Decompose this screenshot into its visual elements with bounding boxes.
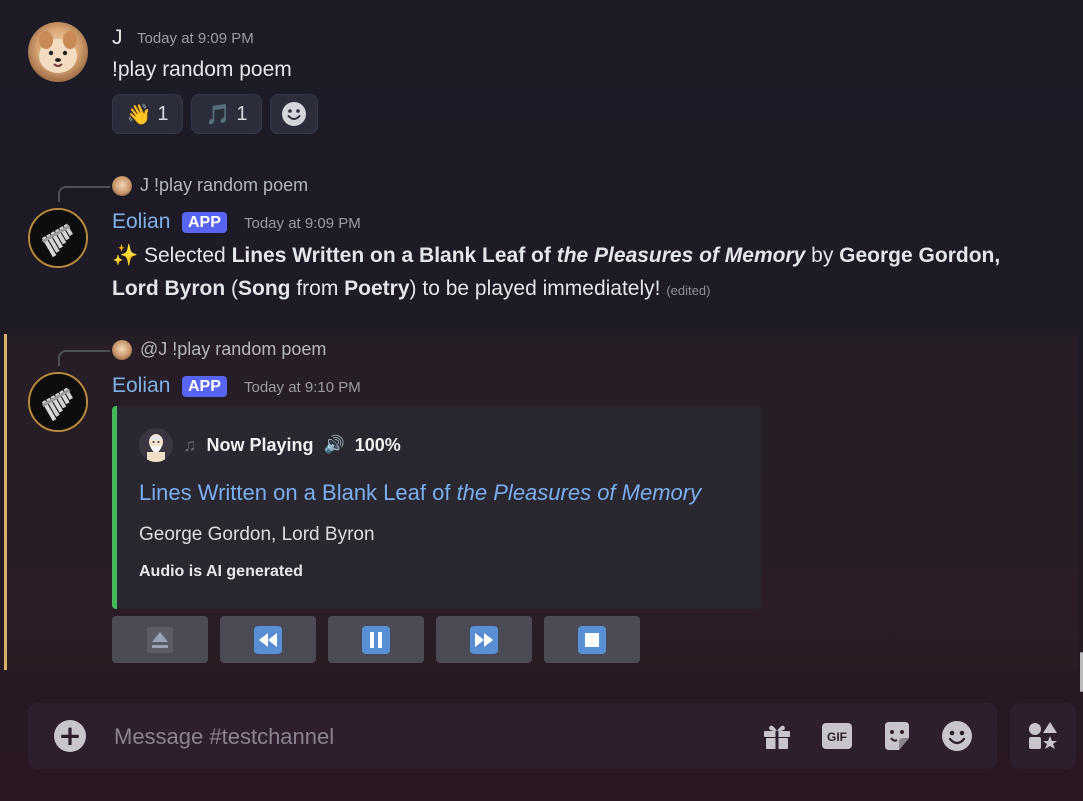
music-note-emoji-icon: 🎵 [205,103,231,126]
apps-icon [1029,722,1057,749]
reaction-count: 1 [236,102,248,125]
app-badge: APP [182,212,227,233]
message-2: J !play random poem Eolian APP Today at … [0,170,1075,320]
reply-avatar [112,339,132,360]
text-segment: ) to be played immediately! [409,277,661,300]
add-reaction-button[interactable] [270,94,318,134]
apps-button[interactable] [1010,703,1076,769]
timestamp: Today at 9:09 PM [137,30,254,47]
poet-portrait-icon [139,428,173,462]
reaction-count: 1 [157,102,169,125]
poem-title-italic: the Pleasures of Memory [556,244,806,267]
timestamp: Today at 9:09 PM [244,215,361,232]
edited-label: (edited) [666,283,711,298]
music-note-icon: ♫ [183,434,197,455]
reply-reference[interactable]: J !play random poem [112,175,308,196]
rewind-icon [254,625,282,654]
username[interactable]: J [112,26,123,50]
message-input[interactable] [112,719,716,755]
smiley-icon [282,102,306,126]
embed-title[interactable]: Lines Written on a Blank Leaf of the Ple… [139,480,701,506]
embed-author: ♫ Now Playing 🔊 100% [139,428,401,462]
player-controls [112,616,640,663]
app-badge: APP [182,376,227,397]
bot-avatar[interactable] [28,372,88,432]
embed-footer: Audio is AI generated [139,563,303,580]
reply-reference[interactable]: @J !play random poem [112,339,326,360]
username[interactable]: Eolian [112,374,170,398]
embed-author-text: Now Playing [206,434,314,455]
reply-text: @J !play random poem [140,339,327,359]
sparkles-emoji-icon: ✨ [112,244,139,267]
now-playing-embed: ♫ Now Playing 🔊 100% Lines Written on a … [112,406,761,609]
bot-avatar[interactable] [28,208,88,268]
svg-text:GIF: GIF [827,730,847,744]
stop-button[interactable] [544,616,640,663]
embed-description: George Gordon, Lord Byron [139,524,375,545]
poem-collection: Poetry [344,277,410,300]
text-segment: by [805,244,840,267]
reaction-wave[interactable]: 👋 1 [112,94,183,134]
text-segment: from [290,277,345,300]
message-text: !play random poem [112,58,292,81]
add-icon[interactable]: + [54,720,86,752]
embed-title-plain: Lines Written on a Blank Leaf of [139,480,457,505]
gif-icon[interactable]: GIF [821,720,853,752]
message-text: ✨ Selected Lines Written on a Blank Leaf… [112,239,1012,307]
wave-emoji-icon: 👋 [126,103,152,126]
poem-type: Song [238,277,291,300]
reply-avatar [112,175,132,196]
message-1: J Today at 9:09 PM !play random poem 👋 1… [0,0,1075,150]
stop-icon [578,625,606,654]
reactions: 👋 1 🎵 1 [112,94,318,134]
sticker-icon[interactable] [881,720,913,752]
gift-icon[interactable] [761,720,793,752]
speaker-icon: 🔊 [323,435,345,454]
user-avatar[interactable] [28,22,88,82]
embed-title-italic: the Pleasures of Memory [456,480,702,505]
reply-connector [58,186,110,202]
reply-text: J !play random poem [140,175,309,195]
pause-button[interactable] [328,616,424,663]
emoji-icon[interactable] [941,720,973,752]
rewind-button[interactable] [220,616,316,663]
reaction-music[interactable]: 🎵 1 [191,94,262,134]
text-segment: Selected [144,244,232,267]
fast-forward-icon [470,625,498,654]
reply-connector [58,350,110,366]
volume-level: 100% [354,434,401,455]
poem-title-bold: Lines Written on a Blank Leaf of [231,244,557,267]
eject-icon [146,626,174,654]
fast-forward-button[interactable] [436,616,532,663]
timestamp: Today at 9:10 PM [244,379,361,396]
username[interactable]: Eolian [112,210,170,234]
eject-button[interactable] [112,616,208,663]
message-composer: + GIF [28,703,997,769]
text-segment: ( [225,277,238,300]
pause-icon [362,625,390,654]
